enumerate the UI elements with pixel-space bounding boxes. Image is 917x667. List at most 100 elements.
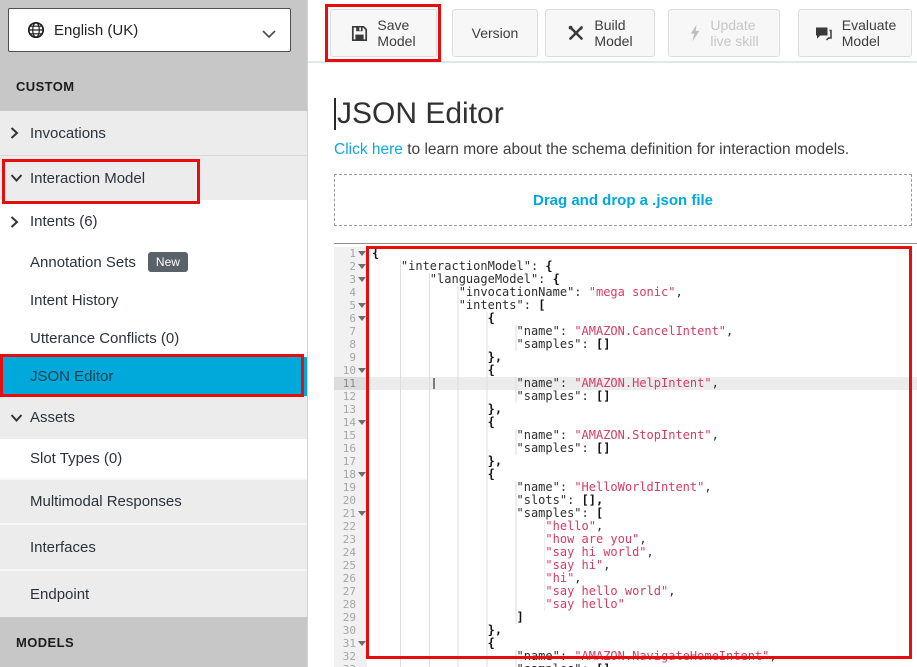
gutter-cell: 32 bbox=[334, 650, 367, 663]
line-number: 22 bbox=[334, 520, 356, 533]
button-label: BuildModel bbox=[594, 17, 632, 49]
line-number: 31 bbox=[334, 637, 356, 650]
line-number: 28 bbox=[334, 598, 356, 611]
gutter-cell: 5 bbox=[334, 299, 367, 312]
sidebar: English (UK) CUSTOM InvocationsInteracti… bbox=[0, 0, 308, 667]
sidebar-item-utterance-conflicts-0[interactable]: Utterance Conflicts (0) bbox=[0, 319, 307, 357]
gutter-cell: 7 bbox=[334, 325, 367, 338]
line-number: 5 bbox=[334, 299, 356, 312]
line-number: 1 bbox=[334, 247, 356, 260]
sidebar-item-intent-history[interactable]: Intent History bbox=[0, 281, 307, 319]
code-text: "samples": [] bbox=[367, 663, 917, 667]
fold-arrow-icon[interactable] bbox=[358, 472, 366, 477]
chevron-down-icon bbox=[262, 26, 276, 44]
gutter-cell: 10 bbox=[334, 364, 367, 377]
sidebar-item-label: Annotation Sets bbox=[30, 254, 136, 271]
gutter-cell: 8 bbox=[334, 338, 367, 351]
line-number: 29 bbox=[334, 611, 356, 624]
language-label: English (UK) bbox=[54, 22, 138, 39]
sidebar-item-endpoint[interactable]: Endpoint bbox=[0, 569, 307, 617]
save-icon bbox=[351, 25, 368, 42]
json-code-editor[interactable]: 1{2 "interactionModel": {3 "languageMode… bbox=[334, 243, 917, 667]
fold-arrow-icon[interactable] bbox=[358, 420, 366, 425]
gutter-cell: 27 bbox=[334, 585, 367, 598]
line-number: 7 bbox=[334, 325, 356, 338]
version-button[interactable]: Version bbox=[452, 9, 538, 57]
fold-arrow-icon[interactable] bbox=[358, 641, 366, 646]
gutter-cell: 11 bbox=[334, 377, 367, 390]
gutter-cell: 26 bbox=[334, 572, 367, 585]
line-number: 16 bbox=[334, 442, 356, 455]
sidebar-item-assets[interactable]: Assets bbox=[0, 396, 307, 439]
button-label: EvaluateModel bbox=[842, 17, 896, 49]
line-number: 4 bbox=[334, 286, 356, 299]
sidebar-item-slot-types-0[interactable]: Slot Types (0) bbox=[0, 439, 307, 478]
sidebar-item-interfaces[interactable]: Interfaces bbox=[0, 523, 307, 569]
line-number: 27 bbox=[334, 585, 356, 598]
gutter-cell: 30 bbox=[334, 624, 367, 637]
button-label: Version bbox=[472, 25, 519, 41]
sidebar-item-interaction-model[interactable]: Interaction Model bbox=[0, 155, 307, 200]
text-cursor bbox=[334, 98, 336, 130]
gutter-cell: 24 bbox=[334, 546, 367, 559]
gutter-cell: 2 bbox=[334, 260, 367, 273]
save-model-button[interactable]: SaveModel bbox=[330, 9, 437, 57]
gutter-cell: 18 bbox=[334, 468, 367, 481]
fold-arrow-icon[interactable] bbox=[358, 251, 366, 256]
fold-arrow-icon[interactable] bbox=[358, 368, 366, 373]
fold-arrow-icon[interactable] bbox=[358, 511, 366, 516]
build-icon bbox=[567, 24, 585, 42]
sidebar-item-label: Utterance Conflicts (0) bbox=[30, 330, 179, 347]
sidebar-item-label: Endpoint bbox=[30, 586, 89, 603]
gutter-cell: 6 bbox=[334, 312, 367, 325]
line-number: 14 bbox=[334, 416, 356, 429]
sidebar-item-annotation-sets[interactable]: Annotation SetsNew bbox=[0, 243, 307, 281]
gutter-cell: 1 bbox=[334, 247, 367, 260]
gutter-cell: 31 bbox=[334, 637, 367, 650]
chat-icon bbox=[814, 25, 833, 41]
sidebar-item-label: Interaction Model bbox=[30, 170, 145, 187]
line-number: 18 bbox=[334, 468, 356, 481]
line-number: 15 bbox=[334, 429, 356, 442]
sidebar-item-label: Intents (6) bbox=[30, 213, 98, 230]
line-number: 9 bbox=[334, 351, 356, 364]
line-number: 17 bbox=[334, 455, 356, 468]
sidebar-item-invocations[interactable]: Invocations bbox=[0, 111, 307, 155]
fold-arrow-icon[interactable] bbox=[358, 277, 366, 282]
sidebar-item-label: Multimodal Responses bbox=[30, 493, 182, 510]
fold-arrow-icon[interactable] bbox=[358, 264, 366, 269]
line-number: 25 bbox=[334, 559, 356, 572]
toolbar-divider bbox=[308, 61, 917, 63]
models-section-header: MODELS bbox=[16, 635, 74, 650]
gutter-cell: 4 bbox=[334, 286, 367, 299]
line-number: 6 bbox=[334, 312, 356, 325]
json-dropzone[interactable]: Drag and drop a .json file bbox=[334, 174, 912, 226]
evaluate-model-button[interactable]: EvaluateModel bbox=[798, 9, 912, 57]
fold-arrow-icon[interactable] bbox=[358, 303, 366, 308]
page-title: JSON Editor bbox=[334, 97, 504, 131]
fold-arrow-icon[interactable] bbox=[358, 316, 366, 321]
gutter-cell: 13 bbox=[334, 403, 367, 416]
gutter-cell: 16 bbox=[334, 442, 367, 455]
gutter-cell: 22 bbox=[334, 520, 367, 533]
sidebar-item-label: Slot Types (0) bbox=[30, 450, 122, 467]
language-selector[interactable]: English (UK) bbox=[8, 8, 291, 52]
gutter-cell: 25 bbox=[334, 559, 367, 572]
gutter-cell: 20 bbox=[334, 494, 367, 507]
sidebar-item-multimodal-responses[interactable]: Multimodal Responses bbox=[0, 478, 307, 523]
gutter-cell: 21 bbox=[334, 507, 367, 520]
gutter-cell: 17 bbox=[334, 455, 367, 468]
line-number: 33 bbox=[334, 663, 356, 667]
line-number: 12 bbox=[334, 390, 356, 403]
line-number: 3 bbox=[334, 273, 356, 286]
chevron-down-icon bbox=[10, 413, 23, 422]
sidebar-item-json-editor[interactable]: JSON Editor bbox=[0, 357, 307, 396]
gutter-cell: 3 bbox=[334, 273, 367, 286]
build-model-button[interactable]: BuildModel bbox=[545, 9, 655, 57]
code-line-33[interactable]: 33 "samples": [] bbox=[334, 663, 917, 667]
sidebar-item-intents-6[interactable]: Intents (6) bbox=[0, 200, 307, 243]
gutter-cell: 9 bbox=[334, 351, 367, 364]
learn-more-link[interactable]: Click here bbox=[334, 141, 403, 158]
line-number: 11 bbox=[334, 377, 356, 390]
sidebar-item-label: JSON Editor bbox=[30, 368, 113, 385]
